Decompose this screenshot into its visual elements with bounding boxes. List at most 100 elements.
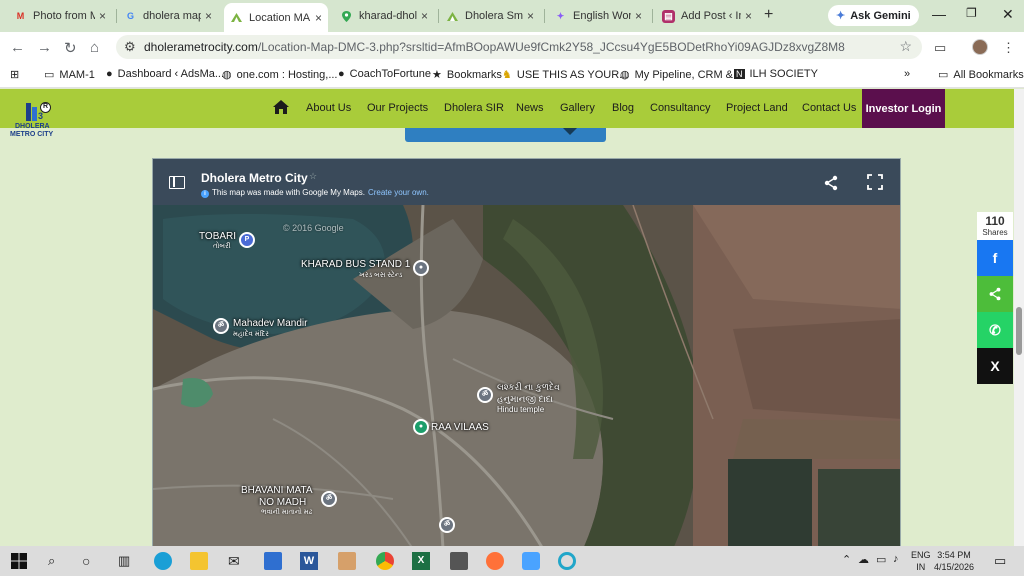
close-tab-icon[interactable]: × (635, 9, 642, 23)
volume-icon[interactable]: ♪ (893, 553, 899, 565)
home-icon[interactable] (272, 99, 290, 115)
bookmark-item[interactable]: ◍ one.com : Hosting,... (222, 68, 338, 82)
map-star-icon[interactable]: ☆ (309, 171, 317, 182)
bookmark-item[interactable]: N ILH SOCIETY (734, 68, 818, 80)
dropdown-banner[interactable] (405, 128, 606, 142)
task-view-icon[interactable]: ▥ (118, 553, 130, 569)
app-icon[interactable] (558, 552, 576, 570)
close-tab-icon[interactable]: × (99, 9, 106, 23)
all-bookmarks-button[interactable]: ▭ All Bookmarks (938, 68, 1024, 82)
close-tab-icon[interactable]: × (745, 9, 752, 23)
ask-gemini-button[interactable]: ✦ Ask Gemini (828, 5, 919, 26)
temple-icon[interactable]: ॐ (439, 517, 455, 533)
back-arrow-icon[interactable]: ← (10, 39, 25, 56)
tab-english-work[interactable]: ✦ English Work × (548, 4, 648, 28)
place-label-raa-vilaas[interactable]: RAA VILAAS (431, 422, 489, 433)
cast-icon[interactable]: ▭ (934, 40, 946, 56)
network-icon[interactable]: ▭ (876, 553, 886, 566)
address-bar[interactable]: ⚙ dholerametrocity.com/Location-Map-DMC-… (116, 35, 922, 59)
place-icon[interactable]: ● (413, 419, 429, 435)
bookmark-item[interactable]: ▭ MAM-1 (44, 68, 95, 82)
create-your-own-link[interactable]: Create your own. (368, 188, 429, 197)
cortana-icon[interactable]: ○ (82, 553, 90, 569)
nav-blog[interactable]: Blog (612, 102, 634, 114)
bookmark-item[interactable]: ● CoachToFortune (338, 68, 431, 80)
temple-icon[interactable]: ॐ (321, 491, 337, 507)
tab-kharad-dholera[interactable]: kharad-dhole × (334, 4, 434, 28)
temple-icon[interactable]: ॐ (477, 387, 493, 403)
mail-icon[interactable]: ✉ (228, 553, 240, 570)
reload-icon[interactable]: ↻ (64, 39, 77, 57)
fullscreen-icon[interactable] (867, 174, 883, 190)
nav-about-us[interactable]: About Us (306, 102, 351, 114)
close-tab-icon[interactable]: × (315, 11, 322, 25)
cloud-icon[interactable]: ☁ (858, 553, 869, 566)
bookmark-item[interactable]: ◍ My Pipeline, CRM &... (620, 68, 742, 82)
place-label-tobari[interactable]: TOBARI (199, 231, 236, 242)
tab-location-map[interactable]: Location MA × (224, 3, 328, 32)
paint-icon[interactable] (264, 552, 282, 570)
whatsapp-share-button[interactable]: ✆ (977, 312, 1013, 348)
x-share-button[interactable]: X (977, 348, 1013, 384)
close-window-icon[interactable]: ✕ (1002, 6, 1014, 23)
investor-login-button[interactable]: Investor Login (862, 89, 945, 128)
tray-chevron-icon[interactable]: ⌃ (842, 553, 851, 566)
close-tab-icon[interactable]: × (527, 9, 534, 23)
bookmark-item[interactable]: ★ Bookmarks (432, 68, 502, 82)
edge-icon[interactable] (154, 552, 172, 570)
app-icon[interactable] (338, 552, 356, 570)
nav-gallery[interactable]: Gallery (560, 102, 595, 114)
tab-gmail[interactable]: M Photo from M × (8, 4, 112, 28)
language-indicator[interactable]: ENG IN (911, 549, 931, 573)
close-tab-icon[interactable]: × (421, 9, 428, 23)
embedded-google-map[interactable]: Dholera Metro City ☆ i This map was made … (152, 158, 901, 546)
sharethis-button[interactable] (977, 276, 1013, 312)
nav-contact-us[interactable]: Contact Us (802, 102, 856, 114)
page-scrollbar[interactable] (1014, 89, 1024, 546)
bookmark-star-icon[interactable]: ☆ (899, 38, 912, 55)
scrollbar-thumb[interactable] (1016, 307, 1022, 355)
nav-our-projects[interactable]: Our Projects (367, 102, 428, 114)
word-icon[interactable]: W (300, 552, 318, 570)
facebook-share-button[interactable]: f (977, 240, 1013, 276)
tab-add-post[interactable]: ▤ Add Post ‹ Inf × (656, 4, 758, 28)
home-icon[interactable]: ⌂ (90, 39, 99, 56)
tab-dholera-smart[interactable]: Dholera Sma × (440, 4, 540, 28)
place-label-mahadev-mandir[interactable]: Mahadev Mandir (233, 318, 307, 329)
excel-icon[interactable]: X (412, 552, 430, 570)
place-label-kharad-bus-stand[interactable]: KHARAD BUS STAND 1 (301, 259, 410, 270)
file-explorer-icon[interactable] (190, 552, 208, 570)
apps-grid-icon[interactable]: ⊞ (10, 68, 19, 81)
firefox-icon[interactable] (486, 552, 504, 570)
notification-icon[interactable]: ▭ (994, 553, 1006, 569)
nav-consultancy[interactable]: Consultancy (650, 102, 711, 114)
calculator-icon[interactable] (450, 552, 468, 570)
place-label-hanumanji-temple[interactable]: લશ્કરી ના કુળદેવ (497, 382, 560, 393)
more-bookmarks-chevron[interactable]: » (904, 68, 910, 80)
share-icon[interactable] (823, 175, 839, 191)
temple-icon[interactable]: ॐ (213, 318, 229, 334)
place-label-bhavani-mata-line2[interactable]: NO MADH (259, 497, 306, 508)
profile-avatar[interactable] (972, 39, 988, 55)
start-icon[interactable] (10, 552, 28, 570)
app-icon[interactable] (522, 552, 540, 570)
sidebar-toggle-icon[interactable] (169, 176, 185, 189)
site-logo[interactable]: 3 R DHOLERA METRO CITY (10, 101, 56, 147)
new-tab-button[interactable]: + (764, 6, 773, 24)
site-info-icon[interactable]: ⚙ (124, 39, 136, 55)
place-label-bhavani-mata[interactable]: BHAVANI MATA (241, 485, 313, 496)
nav-news[interactable]: News (516, 102, 544, 114)
system-clock[interactable]: 3:54 PM 4/15/2026 (934, 549, 974, 573)
menu-icon[interactable]: ⋮ (1002, 40, 1015, 56)
minimize-icon[interactable]: — (932, 6, 946, 22)
close-tab-icon[interactable]: × (205, 9, 212, 23)
bus-stop-icon[interactable]: ● (413, 260, 429, 276)
bookmark-item[interactable]: ● Dashboard ‹ AdsMa... (106, 68, 224, 80)
chrome-icon[interactable] (376, 552, 394, 570)
bookmark-item[interactable]: ♞ USE THIS AS YOUR... (502, 68, 628, 82)
search-icon[interactable]: ⌕ (48, 553, 55, 569)
nav-dholera-sir[interactable]: Dholera SIR (444, 102, 504, 114)
restore-icon[interactable]: ❐ (966, 6, 977, 20)
parking-icon[interactable]: P (239, 232, 255, 248)
nav-project-land[interactable]: Project Land (726, 102, 788, 114)
